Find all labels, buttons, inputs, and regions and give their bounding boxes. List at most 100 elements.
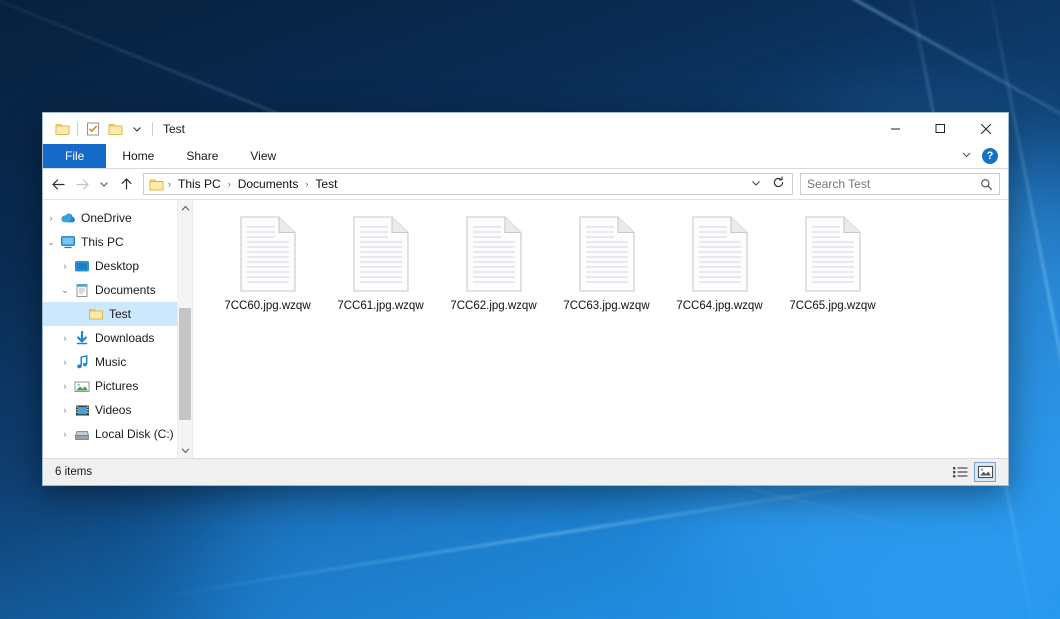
address-bar: › This PC › Documents › Test [43, 169, 1008, 199]
pictures-icon [73, 380, 91, 393]
chevron-right-icon[interactable]: › [57, 333, 73, 343]
search-input[interactable] [807, 177, 980, 191]
chevron-right-icon[interactable]: › [57, 357, 73, 367]
download-icon [73, 331, 91, 346]
sidebar-scrollbar[interactable] [177, 200, 192, 458]
generic-file-icon [577, 216, 637, 292]
file-name: 7CC65.jpg.wzqw [789, 300, 875, 312]
sidebar-item-local-disk-c[interactable]: › Local Disk (C:) [43, 422, 192, 446]
sidebar-item-pictures[interactable]: › Pictures [43, 374, 192, 398]
generic-file-icon [238, 216, 298, 292]
generic-file-icon [803, 216, 863, 292]
properties-icon[interactable] [82, 118, 104, 140]
chevron-right-icon[interactable]: › [57, 261, 73, 271]
sidebar-item-label: Videos [95, 403, 131, 417]
chevron-down-icon[interactable]: ⌄ [43, 237, 59, 248]
sidebar-item-label: Desktop [95, 259, 139, 273]
sidebar-item-documents[interactable]: ⌄ Documents [43, 278, 192, 302]
search-box[interactable] [800, 173, 1000, 195]
sidebar-item-onedrive[interactable]: › OneDrive [43, 206, 192, 230]
breadcrumb-item-documents[interactable]: Documents [235, 177, 302, 191]
chevron-down-icon[interactable]: ⌄ [57, 285, 73, 296]
folder-icon[interactable] [51, 118, 73, 140]
file-explorer-window: Test File Home Share View ? [42, 112, 1009, 486]
file-name: 7CC63.jpg.wzqw [563, 300, 649, 312]
chevron-right-icon[interactable]: › [57, 429, 73, 439]
explorer-body: › OneDrive ⌄ [43, 199, 1008, 458]
sidebar-item-downloads[interactable]: › Downloads [43, 326, 192, 350]
sidebar-item-label: This PC [81, 235, 124, 249]
breadcrumb-folder-icon [149, 178, 164, 191]
up-button[interactable] [115, 173, 137, 195]
breadcrumb-item-this-pc[interactable]: This PC [175, 177, 224, 191]
refresh-icon[interactable] [767, 176, 790, 192]
sidebar-item-label: OneDrive [81, 211, 132, 225]
file-name: 7CC64.jpg.wzqw [676, 300, 762, 312]
chevron-right-icon[interactable]: › [43, 213, 59, 223]
scroll-up-icon[interactable] [178, 200, 192, 216]
breadcrumb-separator: › [301, 179, 312, 189]
sidebar-item-test[interactable]: Test [43, 302, 192, 326]
window-title: Test [163, 122, 185, 136]
file-list-view[interactable]: 7CC60.jpg.wzqw [193, 200, 1008, 458]
forward-button [71, 173, 93, 195]
window-controls [873, 113, 1008, 144]
tab-view[interactable]: View [234, 144, 292, 168]
file-name: 7CC62.jpg.wzqw [450, 300, 536, 312]
sidebar-item-desktop[interactable]: › Desktop [43, 254, 192, 278]
sidebar-item-music[interactable]: › Music [43, 350, 192, 374]
toolbar-separator [77, 122, 78, 136]
sidebar-item-this-pc[interactable]: ⌄ This PC [43, 230, 192, 254]
file-item[interactable]: 7CC61.jpg.wzqw [324, 212, 437, 312]
breadcrumb-item-test[interactable]: Test [312, 177, 340, 191]
title-bar: Test [43, 113, 1008, 144]
breadcrumb[interactable]: › This PC › Documents › Test [143, 173, 793, 195]
sidebar-item-label: Music [95, 355, 126, 369]
sidebar-item-label: Documents [95, 283, 156, 297]
new-folder-icon[interactable] [104, 118, 126, 140]
breadcrumb-separator: › [164, 179, 175, 189]
folder-tree: › OneDrive ⌄ [43, 200, 192, 446]
breadcrumb-tail [745, 176, 790, 192]
search-icon [980, 178, 993, 191]
file-grid: 7CC60.jpg.wzqw [193, 200, 1008, 312]
file-item[interactable]: 7CC64.jpg.wzqw [663, 212, 776, 312]
item-count-label: 6 items [49, 466, 92, 478]
sidebar-item-label: Local Disk (C:) [95, 427, 174, 441]
maximize-button[interactable] [918, 113, 963, 144]
recent-locations-button[interactable] [95, 173, 113, 195]
sidebar-item-label: Pictures [95, 379, 138, 393]
close-button[interactable] [963, 113, 1008, 144]
generic-file-icon [690, 216, 750, 292]
tab-file[interactable]: File [43, 144, 106, 168]
sidebar-item-label: Downloads [95, 331, 154, 345]
chevron-right-icon[interactable]: › [57, 381, 73, 391]
back-button[interactable] [47, 173, 69, 195]
monitor-icon [59, 235, 77, 249]
music-icon [73, 355, 91, 370]
chevron-right-icon[interactable]: › [57, 405, 73, 415]
file-name: 7CC60.jpg.wzqw [224, 300, 310, 312]
desktop-icon [73, 260, 91, 273]
details-view-button[interactable] [949, 462, 971, 482]
scroll-down-icon[interactable] [178, 442, 192, 458]
tab-home[interactable]: Home [106, 144, 170, 168]
sidebar-item-videos[interactable]: › Videos [43, 398, 192, 422]
breadcrumb-separator: › [224, 179, 235, 189]
expand-ribbon-icon[interactable] [961, 147, 972, 165]
help-icon[interactable]: ? [982, 148, 998, 164]
file-item[interactable]: 7CC62.jpg.wzqw [437, 212, 550, 312]
file-item[interactable]: 7CC63.jpg.wzqw [550, 212, 663, 312]
tab-share[interactable]: Share [170, 144, 234, 168]
generic-file-icon [464, 216, 524, 292]
scrollbar-thumb[interactable] [179, 308, 191, 420]
documents-icon [73, 283, 91, 298]
breadcrumb-dropdown-icon[interactable] [745, 178, 767, 190]
cloud-icon [59, 212, 77, 224]
chevron-down-icon[interactable] [126, 118, 148, 140]
minimize-button[interactable] [873, 113, 918, 144]
drive-icon [73, 428, 91, 441]
large-icons-view-button[interactable] [974, 462, 996, 482]
file-item[interactable]: 7CC60.jpg.wzqw [211, 212, 324, 312]
file-item[interactable]: 7CC65.jpg.wzqw [776, 212, 889, 312]
